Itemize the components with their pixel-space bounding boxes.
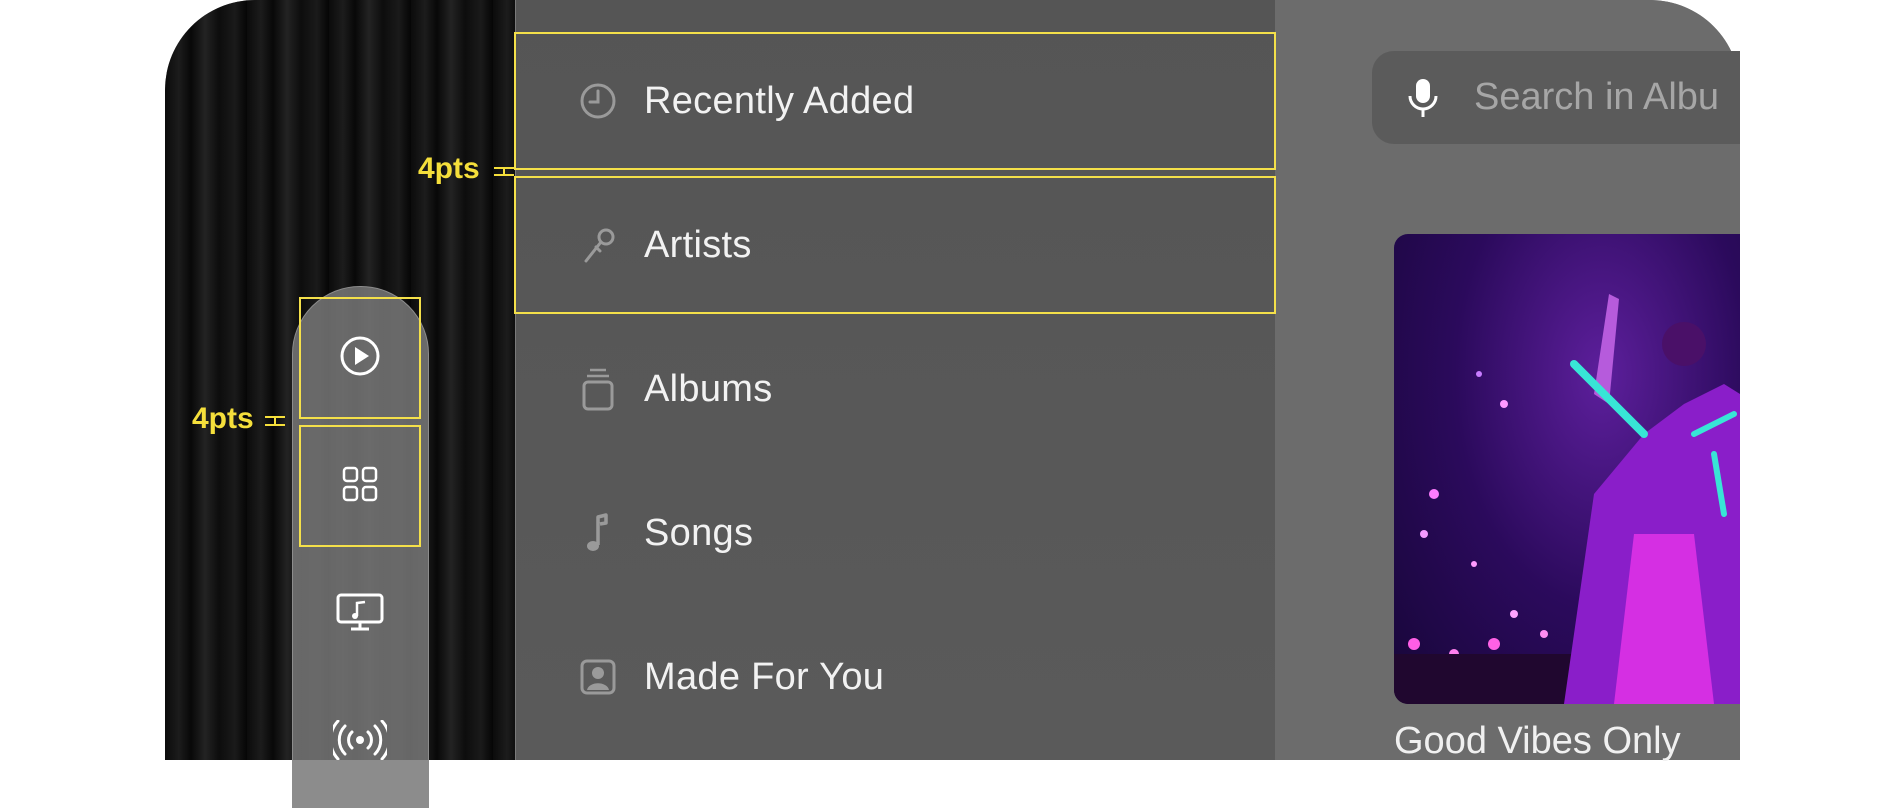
- clock-icon: [578, 81, 618, 121]
- spacing-annotation-tabbar: 4pts: [192, 402, 254, 435]
- library-item-label: Recently Added: [644, 79, 915, 122]
- spacing-tick-line: [503, 167, 505, 176]
- albums-stack-icon: [578, 368, 618, 411]
- search-placeholder: Search in Albu: [1474, 76, 1720, 118]
- microphone-icon[interactable]: [1406, 77, 1440, 124]
- library-item-label: Artists: [644, 223, 752, 266]
- library-item-label: Albums: [644, 367, 773, 410]
- library-item-artists[interactable]: Artists: [514, 176, 1276, 314]
- tab-radio[interactable]: [301, 683, 419, 801]
- broadcast-icon: [329, 719, 391, 765]
- tab-browse[interactable]: [299, 425, 421, 547]
- library-item-made-for-you[interactable]: Made For You: [516, 610, 1274, 744]
- search-field[interactable]: Search in Albu: [1372, 51, 1792, 144]
- library-item-label: Songs: [644, 511, 754, 554]
- spacing-annotation-list: 4pts: [418, 152, 480, 185]
- library-item-songs[interactable]: Songs: [516, 466, 1274, 600]
- tab-video[interactable]: [301, 555, 419, 673]
- spacing-tick-line: [274, 416, 276, 426]
- page-margin: [1740, 0, 1898, 760]
- microphone-icon: [578, 225, 618, 265]
- play-circle-icon: [338, 334, 382, 383]
- library-item-recently-added[interactable]: Recently Added: [514, 32, 1276, 170]
- display-music-icon: [335, 592, 385, 637]
- library-item-label: Made For You: [644, 655, 885, 698]
- album-title[interactable]: Good Vibes Only: [1394, 720, 1681, 763]
- album-artwork[interactable]: [1394, 234, 1740, 704]
- music-note-icon: [578, 513, 618, 553]
- person-square-icon: [578, 657, 618, 697]
- tab-play[interactable]: [299, 297, 421, 419]
- grid-icon: [340, 464, 380, 509]
- library-item-albums[interactable]: Albums: [516, 322, 1274, 456]
